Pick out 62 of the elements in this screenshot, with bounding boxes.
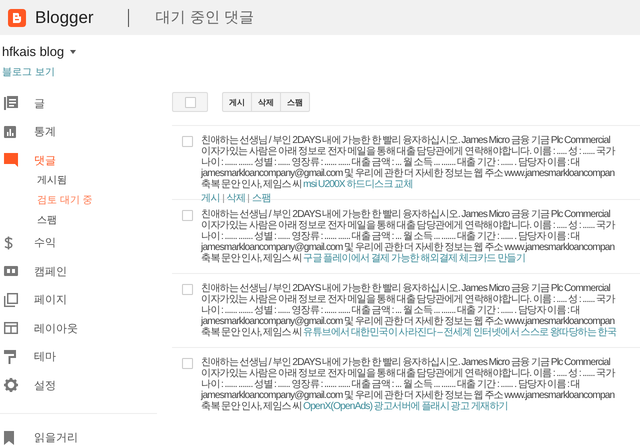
comment-text-line: 나이 : ...... ....... 성별 : ...... 영장류 : ...... ...... 대출 금액 : ... 월 소득 ... ....... 대출 기간 : ...... . 담당자 이름 : 대 (201, 231, 581, 242)
nav-item[interactable]: 글 (0, 89, 165, 118)
comment-text-line: 나이 : ...... ....... 성별 : ...... 영장류 : ...... ...... 대출 금액 : ... 월 소득 ... ....... 대출 기간 : ...... . 담당자 이름 : 대 (201, 379, 581, 390)
checkbox[interactable] (182, 136, 193, 147)
blogger-logo-icon[interactable] (8, 8, 26, 26)
nav-item[interactable]: 설정 (0, 371, 165, 400)
layout-icon (4, 322, 18, 334)
comment-text-line: 나이 : ...... ....... 성별 : ...... 영장류 : ...... ...... 대출 금액 : ... 월 소득 ... ....... 대출 기간 : ...... . 담당자 이름 : 대 (201, 157, 581, 168)
nav-subitem[interactable]: 스팸 (0, 210, 57, 230)
reading-list-item[interactable]: 읽을거리 (0, 424, 165, 446)
comment-icon (4, 153, 18, 168)
comment-text-line: jamesmarkloancompany@gmail.com 및 우리에 관한 더 자세한 정보는 웹 주소 www.jamesmarkloancompan (201, 168, 615, 179)
nav-item[interactable]: 캠페인 (0, 257, 165, 286)
post-link[interactable]: 유튜브에서 대한민국이 사라진다 – 전세계 인터넷에서 스스로 왕따당하는 한국 (303, 327, 616, 338)
blog-name[interactable]: hfkais blog (2, 44, 64, 59)
action-button[interactable]: 게시 (223, 93, 252, 111)
comment-text-line: 이자가있는 사람은 아래 정보로 전자 메일을 통해 대출 담당관에게 연락해야합니다. 이름 : ..... 성 : ...... 국가 (201, 146, 615, 157)
action-button[interactable]: 스팸 (281, 93, 309, 111)
bar-chart-icon (4, 126, 16, 138)
comment-action-link[interactable]: 스팸 (248, 194, 274, 203)
checkbox[interactable] (182, 358, 193, 369)
page-title: 대기 중인 댓글 (156, 8, 254, 27)
comment-action-link[interactable]: 게시 (201, 194, 222, 203)
comment-signoff: 축복 문안 인사, 제임스 씨 (201, 253, 303, 264)
comment-text-line: jamesmarkloancompany@gmail.com 및 우리에 관한 더 자세한 정보는 웹 주소 www.jamesmarkloancompan (201, 242, 615, 253)
comment-text-line: 이자가있는 사람은 아래 정보로 전자 메일을 통해 대출 담당관에게 연락해야합니다. 이름 : ..... 성 : ...... 국가 (201, 294, 616, 305)
checkbox[interactable] (182, 210, 193, 221)
app-name: Blogger (35, 8, 94, 28)
dropdown-caret-icon[interactable] (70, 50, 76, 54)
dollar-icon (4, 236, 13, 250)
nav-item[interactable]: 레이아웃 (0, 314, 165, 342)
post-link[interactable]: msi U200X 하드디스크 교체 (303, 179, 413, 190)
nav-item[interactable]: 수익 (0, 228, 165, 257)
nav-item[interactable]: 통계 (0, 118, 165, 146)
post-link[interactable]: 구글 플레이에서 결제 가능한 해외결제 체크카드 만들기 (303, 253, 526, 264)
select-all-control[interactable] (172, 92, 208, 112)
comment-signoff: 축복 문안 인사, 제임스 씨 (201, 179, 303, 190)
comment-text-line: 친애하는 선생님 / 부인 2DAYS 내에 가능한 한 빨리 융자하십시오. James Micro 금융 기금 Plc Commercial (201, 357, 611, 368)
bookmark-icon (4, 430, 14, 445)
comment-signoff: 축복 문안 인사, 제임스 씨 (201, 401, 303, 412)
comment-text-line: 친애하는 선생님 / 부인 2DAYS 내에 가능한 한 빨리 융자하십시오. James Micro 금융 기금 Plc Commercial (201, 283, 611, 294)
posts-icon (4, 96, 18, 110)
post-link[interactable]: OpenX(OpenAds) 광고서버에 플래시 광고 게재하기 (303, 401, 508, 412)
pages-icon (4, 292, 18, 307)
comment-text-line: 이자가있는 사람은 아래 정보로 전자 메일을 통해 대출 담당관에게 연락해야합니다. 이름 : ..... 성 : ...... 국가 (201, 220, 615, 231)
comment-action-link[interactable]: 삭제 (222, 194, 248, 203)
comment-text-line: 이자가있는 사람은 아래 정보로 전자 메일을 통해 대출 담당관에게 연락해야합니다. 이름 : ..... 성 : ...... 국가 (201, 368, 615, 379)
comment-text-line: 친애하는 선생님 / 부인 2DAYS 내에 가능한 한 빨리 융자하십시오. James Micro 금융 기금 Plc Commercial (201, 209, 611, 220)
nav-item[interactable]: 페이지 (0, 286, 165, 314)
comment-text-line: 나이 : ...... ....... 성별 : ...... 영장류 : ...... ...... 대출 금액 : ... 월 소득 ... ....... 대출 기간 : ...... . 담당자 이름 : 대 (201, 305, 581, 316)
comment-text-line: jamesmarkloancompany@gmail.com 및 우리에 관한 더 자세한 정보는 웹 주소 www.jamesmarkloancompan (201, 390, 615, 401)
view-blog-link[interactable]: 블로그 보기 (2, 65, 55, 79)
ad-icon (4, 266, 18, 276)
comment-text-line: 친애하는 선생님 / 부인 2DAYS 내에 가능한 한 빨리 융자하십시오. James Micro 금융 기금 Plc Commercial (201, 135, 611, 146)
settings-icon (4, 378, 18, 392)
paint-roller-icon (4, 350, 16, 364)
action-button[interactable]: 삭제 (252, 93, 281, 111)
checkbox[interactable] (184, 97, 196, 108)
comment-signoff: 축복 문안 인사, 제임스 씨 (201, 327, 303, 338)
comment-text-line: jamesmarkloancompany@gmail.com 및 우리에 관한 더 자세한 정보는 웹 주소 www.jamesmarkloancompan (201, 316, 616, 327)
nav-item[interactable]: 테마 (0, 342, 165, 371)
checkbox[interactable] (182, 284, 193, 295)
